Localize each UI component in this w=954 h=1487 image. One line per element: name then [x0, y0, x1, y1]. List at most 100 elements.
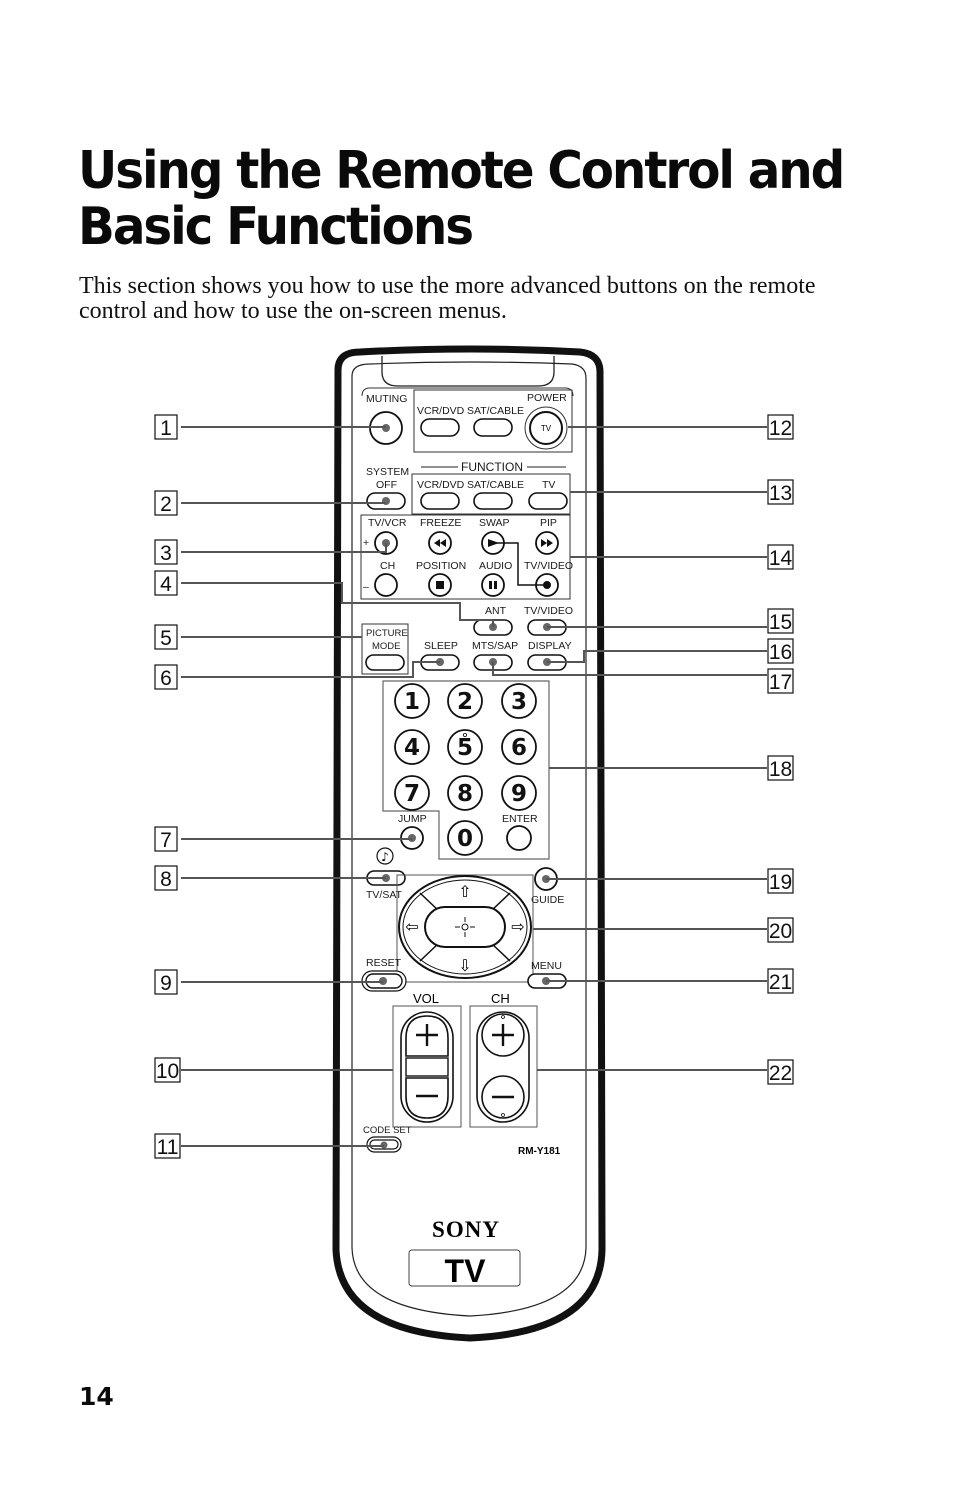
callout-11: 11	[154, 1133, 181, 1159]
callout-8: 8	[154, 865, 178, 891]
freeze-rewind-button[interactable]	[428, 531, 452, 555]
callout-20: 20	[767, 917, 794, 943]
display-label: DISPLAY	[528, 640, 572, 652]
arrow-up-icon[interactable]: ⇧	[458, 882, 471, 901]
power-tv-button[interactable]: TV	[524, 406, 568, 450]
callout-12: 12	[767, 414, 794, 440]
ch-plus-label: +	[363, 537, 369, 549]
digit-button-4[interactable]: 4	[394, 729, 430, 765]
digit-button-3[interactable]: 3	[501, 683, 537, 719]
ch-down-button[interactable]	[374, 573, 398, 597]
mts-sap-label: MTS/SAP	[472, 640, 518, 652]
volume-rocker	[400, 1011, 454, 1123]
func-vcr-dvd-button[interactable]	[420, 492, 460, 510]
digit-button-1[interactable]: 1	[394, 683, 430, 719]
enter-button[interactable]	[506, 825, 532, 851]
vcr-dvd-power-button[interactable]	[420, 418, 460, 437]
ch-label: CH	[491, 991, 510, 1006]
enter-label: ENTER	[502, 813, 538, 825]
callout-1: 1	[154, 414, 178, 440]
volume-up-button[interactable]	[405, 1015, 449, 1057]
system-label: SYSTEM	[366, 466, 409, 478]
code-set-button[interactable]	[366, 1136, 402, 1153]
arrow-right-icon[interactable]: ⇨	[511, 917, 524, 936]
freeze-label: FREEZE	[420, 517, 461, 529]
callout-number: 3	[160, 542, 172, 565]
digit-label: 2	[457, 689, 473, 715]
callout-number: 10	[156, 1060, 179, 1083]
callout-number: 16	[769, 641, 792, 664]
func-tv-label: TV	[542, 479, 555, 491]
sleep-label: SLEEP	[424, 640, 458, 652]
callout-number: 7	[160, 829, 172, 852]
vol-label: VOL	[413, 991, 439, 1006]
digit-button-2[interactable]: 2	[447, 683, 483, 719]
callout-9: 9	[154, 969, 178, 995]
music-note-icon: ♪	[376, 847, 394, 865]
sat-cable-power-button[interactable]	[473, 418, 513, 437]
callout-number: 2	[160, 493, 172, 516]
power-tv-label: TV	[541, 424, 552, 433]
func-tv-button[interactable]	[528, 492, 568, 510]
vcr-dvd-power-label: VCR/DVD	[417, 405, 465, 417]
audio-label: AUDIO	[479, 560, 512, 572]
picture-mode-button[interactable]	[365, 654, 405, 671]
model-number: RM-Y181	[518, 1146, 561, 1157]
callout-number: 5	[160, 627, 172, 650]
callout-number: 19	[769, 871, 792, 894]
digit-button-9[interactable]: 9	[501, 775, 537, 811]
pip-label: PIP	[540, 517, 557, 529]
volume-down-button[interactable]	[405, 1077, 449, 1119]
callout-4: 4	[154, 570, 178, 596]
digit-label: 0	[457, 826, 473, 852]
position-stop-button[interactable]	[428, 573, 452, 597]
muting-label: MUTING	[366, 393, 407, 405]
digit-button-6[interactable]: 6	[501, 729, 537, 765]
digit-label: 9	[511, 781, 527, 807]
callout-number: 8	[160, 868, 172, 891]
callout-16: 16	[767, 638, 794, 664]
system-off-button[interactable]	[366, 492, 406, 510]
callout-2: 2	[154, 490, 178, 516]
tv-video-pip-label: TV/VIDEO	[524, 560, 573, 572]
channel-up-button[interactable]	[481, 1013, 525, 1057]
digit-label: 4	[404, 735, 420, 761]
menu-label: MENU	[531, 960, 562, 972]
tv-vcr-label: TV/VCR	[368, 517, 407, 529]
callout-number: 18	[769, 758, 792, 781]
callout-number: 15	[769, 611, 792, 634]
callout-number: 22	[769, 1062, 792, 1085]
callout-10: 10	[154, 1057, 181, 1083]
audio-pause-button[interactable]	[481, 573, 505, 597]
digit-label: 5	[457, 735, 473, 761]
arrow-left-icon[interactable]: ⇦	[405, 917, 418, 936]
pause-icon	[489, 581, 492, 589]
callout-number: 13	[769, 482, 792, 505]
func-vcr-dvd-label: VCR/DVD	[417, 479, 465, 491]
func-sat-cable-button[interactable]	[473, 492, 513, 510]
directional-pad[interactable]: ⇧ ⇩ ⇦ ⇨	[398, 875, 532, 979]
callout-15: 15	[767, 608, 794, 634]
digit-button-0[interactable]: 0	[447, 820, 483, 856]
digit-button-7[interactable]: 7	[394, 775, 430, 811]
callout-18: 18	[767, 755, 794, 781]
code-set-label: CODE SET	[363, 1125, 412, 1136]
callout-6: 6	[154, 664, 178, 690]
callout-22: 22	[767, 1059, 794, 1085]
digit-button-8[interactable]: 8	[447, 775, 483, 811]
callout-number: 4	[160, 573, 172, 596]
arrow-down-icon[interactable]: ⇩	[458, 956, 471, 975]
pip-fast-forward-button[interactable]	[535, 531, 559, 555]
position-label: POSITION	[416, 560, 466, 572]
channel-rocker	[476, 1011, 530, 1123]
page-number: 14	[79, 1382, 114, 1411]
reset-label: RESET	[366, 957, 402, 969]
callout-number: 14	[769, 547, 793, 570]
digit-button-5[interactable]: 5	[447, 729, 483, 765]
channel-down-button[interactable]	[481, 1075, 525, 1119]
callout-13: 13	[767, 479, 794, 505]
select-center-button[interactable]	[424, 906, 506, 948]
picture-label: PICTURE	[366, 628, 408, 639]
callout-21: 21	[767, 968, 794, 994]
sat-cable-power-label: SAT/CABLE	[467, 405, 524, 417]
